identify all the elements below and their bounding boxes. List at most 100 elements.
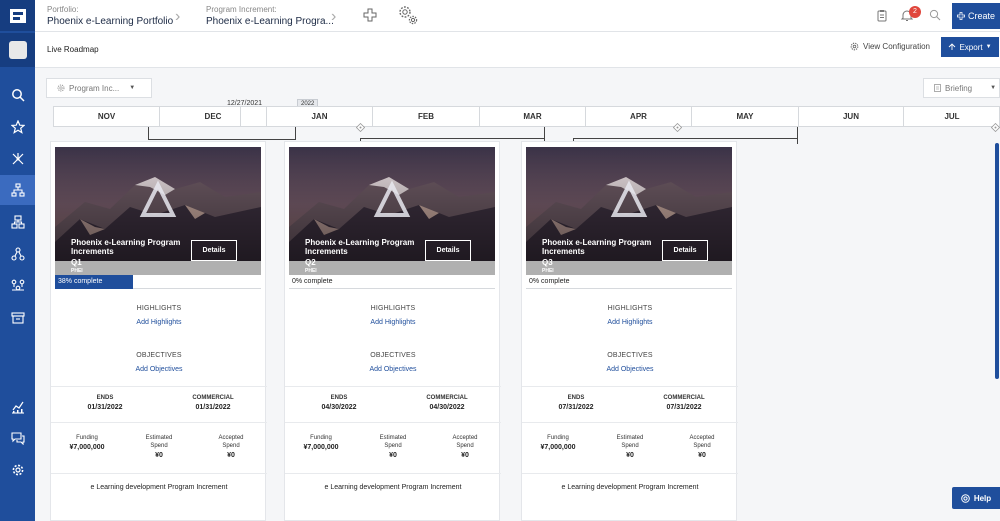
- program-increment-card[interactable]: Phoenix e-Learning Program Increments Q2…: [284, 141, 501, 521]
- avatar[interactable]: [8, 41, 27, 59]
- clipboard-button[interactable]: [877, 9, 887, 22]
- team-icon: [10, 247, 25, 261]
- estimated-spend-value: ¥0: [155, 452, 163, 459]
- breadcrumb-pi-key: Program Increment:: [206, 5, 277, 14]
- details-button[interactable]: Details: [662, 240, 708, 261]
- breadcrumb-program-increment[interactable]: Program Increment: Phoenix e-Learning Pr…: [206, 5, 334, 27]
- sidebar-network[interactable]: [0, 144, 35, 174]
- accepted-spend-value: ¥0: [698, 452, 706, 459]
- create-button[interactable]: Create: [952, 3, 1000, 29]
- global-search-button[interactable]: [929, 9, 941, 21]
- highlights-title: HIGHLIGHTS: [607, 305, 653, 312]
- divider: [51, 473, 267, 474]
- add-objectives-link[interactable]: Add Objectives: [522, 366, 738, 373]
- card-quarter: Q3: [542, 258, 553, 267]
- divider: [51, 386, 267, 387]
- org-chart-icon: [10, 215, 25, 229]
- timeline-connector: [148, 127, 296, 140]
- settings-button[interactable]: [397, 4, 419, 26]
- view-configuration-button[interactable]: View Configuration: [850, 42, 930, 51]
- commercial-value: 07/31/2022: [666, 404, 702, 411]
- funding-value: ¥7,000,000: [69, 444, 105, 451]
- program-increment-card[interactable]: Phoenix e-Learning Program Increments Q3…: [521, 141, 738, 521]
- funding-value: ¥7,000,000: [303, 444, 339, 451]
- card-code: PHEI: [71, 268, 83, 274]
- document-icon: [934, 84, 941, 92]
- ends-value: 04/30/2022: [321, 404, 357, 411]
- progress-label: 38% complete: [58, 278, 103, 285]
- card-caption-strip: [289, 261, 495, 275]
- milestone-diamond-icon[interactable]: [673, 123, 682, 132]
- gears-icon: [399, 6, 418, 25]
- accepted-spend-value: ¥0: [461, 452, 469, 459]
- card-description: e Learning development Program Increment: [324, 484, 462, 491]
- sidebar-roadmap[interactable]: [0, 175, 35, 205]
- commercial-column: COMMERCIAL 04/30/2022: [393, 395, 501, 411]
- card-name: Phoenix e-Learning Program Increments: [71, 238, 181, 256]
- estimated-spend-value: ¥0: [626, 452, 634, 459]
- accepted-spend-column: Accepted Spend ¥0: [429, 434, 501, 459]
- export-button[interactable]: Export ▼: [941, 37, 999, 57]
- ends-label: ENDS: [330, 395, 348, 401]
- page-header: Live Roadmap View Configuration Export ▼: [35, 32, 1000, 68]
- notifications-button[interactable]: 2: [901, 6, 921, 22]
- funding-label: Funding: [76, 435, 98, 441]
- sidebar-structure[interactable]: [0, 207, 35, 237]
- program-increment-select-label: Program Inc...: [69, 83, 120, 93]
- commercial-value: 04/30/2022: [429, 404, 465, 411]
- hierarchy-icon: [10, 183, 25, 197]
- page-title: Live Roadmap: [47, 45, 99, 54]
- details-button[interactable]: Details: [191, 240, 237, 261]
- sidebar-teams[interactable]: [0, 239, 35, 269]
- sidebar-messages[interactable]: [0, 423, 35, 453]
- chevron-right-icon: ›: [331, 8, 337, 25]
- divider: [522, 473, 738, 474]
- sidebar-settings[interactable]: [0, 455, 35, 485]
- sidebar-archive[interactable]: [0, 303, 35, 333]
- sidebar-search[interactable]: [0, 80, 35, 110]
- funding-label: Funding: [310, 435, 332, 441]
- details-label: Details: [673, 247, 697, 254]
- search-icon: [11, 89, 25, 102]
- breadcrumb-portfolio-value[interactable]: Phoenix e-Learning Portfolio: [47, 16, 173, 27]
- add-button[interactable]: [363, 8, 377, 22]
- details-button[interactable]: Details: [425, 240, 471, 261]
- card-caption-strip: [55, 261, 261, 275]
- milestone-diamond-icon[interactable]: [356, 123, 365, 132]
- add-highlights-link[interactable]: Add Highlights: [522, 319, 738, 326]
- sidebar-favorites[interactable]: [0, 112, 35, 142]
- sidebar-flow[interactable]: [0, 270, 35, 300]
- program-increment-card[interactable]: Phoenix e-Learning Program Increments Q1…: [50, 141, 267, 521]
- timeline-connector: [544, 127, 545, 139]
- card-description: e Learning development Program Increment: [561, 484, 699, 491]
- notification-badge: 2: [909, 6, 921, 18]
- estimated-spend-column: Estimated Spend ¥0: [357, 434, 429, 459]
- card-code: PHEI: [305, 268, 317, 274]
- objectives-title: OBJECTIVES: [370, 352, 416, 359]
- user-avatar-area[interactable]: [0, 33, 35, 67]
- create-label: Create: [967, 11, 995, 21]
- breadcrumb-portfolio[interactable]: Portfolio: Phoenix e-Learning Portfolio: [47, 5, 173, 27]
- add-objectives-link[interactable]: Add Objectives: [51, 366, 267, 373]
- details-label: Details: [202, 247, 226, 254]
- sidebar-reports[interactable]: [0, 392, 35, 422]
- month-header: JUL: [944, 112, 960, 121]
- timeline-connector: [797, 127, 798, 139]
- help-button[interactable]: Help: [952, 487, 1000, 509]
- details-label: Details: [436, 247, 460, 254]
- app-logo[interactable]: [0, 0, 35, 31]
- funding-column: Funding ¥7,000,000: [285, 434, 357, 451]
- milestone-diamond-icon[interactable]: [991, 123, 1000, 132]
- highlights-title: HIGHLIGHTS: [136, 305, 182, 312]
- add-objectives-link[interactable]: Add Objectives: [285, 366, 501, 373]
- breadcrumb-pi-value[interactable]: Phoenix e-Learning Progra...: [206, 16, 334, 27]
- add-highlights-link[interactable]: Add Highlights: [51, 319, 267, 326]
- view-mode-select[interactable]: Briefing ▼: [923, 78, 1000, 98]
- divider: [285, 473, 501, 474]
- program-increment-select[interactable]: Program Inc... ▼: [46, 78, 152, 98]
- chat-icon: [10, 432, 25, 445]
- vertical-scrollbar[interactable]: [995, 143, 999, 379]
- gear-icon: [850, 42, 859, 51]
- add-highlights-link[interactable]: Add Highlights: [285, 319, 501, 326]
- funding-label: Funding: [547, 435, 569, 441]
